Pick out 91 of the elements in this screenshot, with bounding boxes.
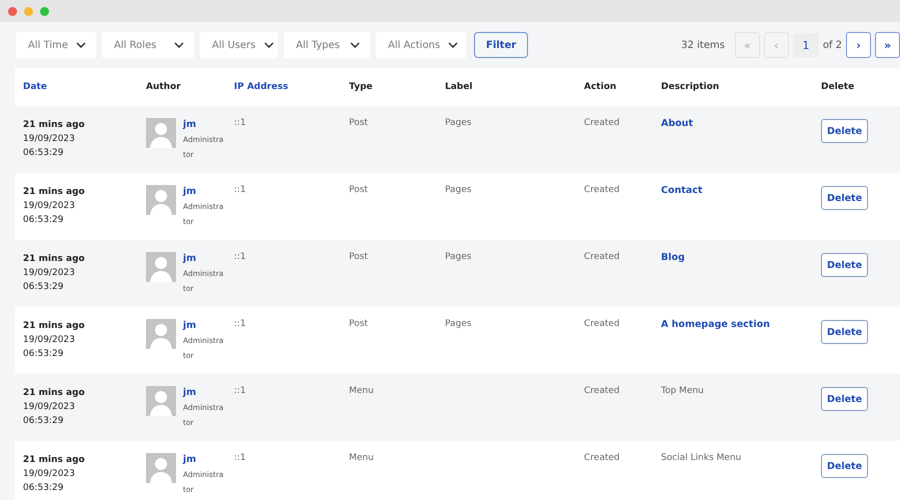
label-cell-text: Pages (445, 118, 472, 130)
column-header: Action (584, 82, 616, 92)
relative-time: 21 mins ago (23, 387, 86, 400)
user-link[interactable]: jm (183, 185, 225, 199)
avatar-icon (146, 453, 176, 483)
chevron-down-icon (264, 42, 274, 48)
action-cell-text: Created (584, 118, 621, 130)
sortable-column-header[interactable]: Date (23, 82, 47, 92)
description-link[interactable]: About (661, 118, 693, 129)
delete-button[interactable]: Delete (821, 186, 868, 210)
filter-dropdown[interactable]: All Roles (102, 32, 194, 58)
ip-cell-text: ::1 (234, 118, 247, 130)
ip-cell-text: ::1 (234, 453, 247, 465)
time-text: 06:53:29 (23, 415, 64, 428)
delete-button[interactable]: Delete (821, 119, 868, 143)
date-text: 19/09/2023 (23, 468, 76, 481)
type-cell-text: Menu (349, 453, 375, 465)
column-header: Delete (821, 82, 854, 92)
last-page-button[interactable]: » (875, 32, 900, 58)
relative-time: 21 mins ago (23, 454, 86, 467)
user-link[interactable]: jm (183, 252, 225, 266)
page-field[interactable]: 1 (792, 33, 819, 57)
chevron-down-icon (350, 42, 360, 48)
description-link[interactable]: Contact (661, 185, 702, 196)
type-cell-text: Post (349, 118, 369, 130)
column-header: Label (445, 82, 472, 92)
type-cell-text: Post (349, 319, 369, 331)
type-cell-text: Post (349, 185, 369, 197)
chevron-down-icon (76, 42, 86, 48)
item-count: 32 items (681, 40, 725, 50)
filter-dropdown[interactable]: All Users (200, 32, 278, 58)
ip-cell-text: ::1 (234, 386, 247, 398)
page-total: of 2 (822, 40, 842, 50)
chevron-down-icon (448, 42, 458, 48)
ip-cell-text: ::1 (234, 319, 247, 331)
avatar-icon (146, 118, 176, 148)
delete-button[interactable]: Delete (821, 253, 868, 277)
relative-time: 21 mins ago (23, 320, 86, 333)
time-text: 06:53:29 (23, 348, 64, 361)
user-link[interactable]: jm (183, 453, 225, 467)
time-text: 06:53:29 (23, 281, 64, 294)
user-link[interactable]: jm (183, 319, 225, 333)
avatar-icon (146, 252, 176, 282)
date-text: 19/09/2023 (23, 200, 76, 213)
label-cell-text: Pages (445, 319, 472, 331)
label-cell-text: Pages (445, 185, 472, 197)
user-link[interactable]: jm (183, 118, 225, 132)
action-cell-text: Created (584, 453, 621, 465)
time-text: 06:53:29 (23, 482, 64, 495)
sortable-column-header[interactable]: IP Address (234, 82, 288, 92)
column-header: Description (661, 82, 720, 92)
ip-cell-text: ::1 (234, 252, 247, 264)
filter-button[interactable]: Filter (474, 32, 528, 58)
type-cell-text: Menu (349, 386, 375, 398)
action-cell-text: Created (584, 252, 621, 264)
date-text: 19/09/2023 (23, 133, 76, 146)
maximize-window-button[interactable] (40, 6, 49, 16)
avatar-icon (146, 386, 176, 416)
relative-time: 21 mins ago (23, 119, 86, 132)
description-link[interactable]: Blog (661, 252, 685, 263)
close-window-button[interactable] (8, 6, 17, 16)
date-text: 19/09/2023 (23, 334, 76, 347)
chevron-down-icon (174, 42, 184, 48)
time-text: 06:53:29 (23, 214, 64, 227)
action-cell-text: Created (584, 386, 621, 398)
delete-button[interactable]: Delete (821, 387, 868, 411)
date-text: 19/09/2023 (23, 267, 76, 280)
action-cell-text: Created (584, 319, 621, 331)
user-link[interactable]: jm (183, 386, 225, 400)
type-cell-text: Post (349, 252, 369, 264)
time-text: 06:53:29 (23, 147, 64, 160)
next-page-button[interactable]: › (846, 32, 871, 58)
action-cell-text: Created (584, 185, 621, 197)
label-cell-text: Pages (445, 252, 472, 264)
column-header: Author (146, 82, 181, 92)
minimize-window-button[interactable] (24, 6, 33, 16)
ip-cell-text: ::1 (234, 185, 247, 197)
column-header: Type (349, 82, 372, 92)
date-text: 19/09/2023 (23, 401, 76, 414)
description-text: Top Menu (661, 386, 704, 396)
description-link[interactable]: A homepage section (661, 319, 770, 330)
avatar-icon (146, 185, 176, 215)
filter-dropdown[interactable]: All Time (16, 32, 96, 58)
description-text: Social Links Menu (661, 453, 742, 463)
filter-dropdown[interactable]: All Types (284, 32, 370, 58)
relative-time: 21 mins ago (23, 253, 86, 266)
avatar-icon (146, 319, 176, 349)
delete-button[interactable]: Delete (821, 320, 868, 344)
filter-dropdown[interactable]: All Actions (376, 32, 466, 58)
delete-button[interactable]: Delete (821, 454, 868, 478)
relative-time: 21 mins ago (23, 186, 86, 199)
